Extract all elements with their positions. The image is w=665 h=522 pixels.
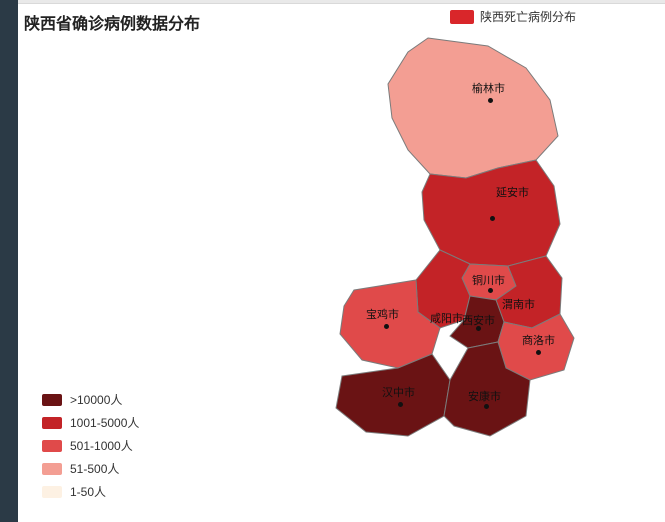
legend-label-5: 1-50人 xyxy=(70,483,106,500)
dot-shangluo xyxy=(536,350,541,355)
label-yanan: 延安市 xyxy=(496,184,529,200)
legend-scale[interactable]: >10000人 1001-5000人 501-1000人 51-500人 1-5… xyxy=(42,385,139,500)
legend-color-1 xyxy=(42,394,62,406)
label-xianyang: 咸阳市 xyxy=(430,310,463,326)
chart-title: 陕西省确诊病例数据分布 xyxy=(24,10,200,34)
legend-series-label: 陕西死亡病例分布 xyxy=(480,8,576,25)
label-hanzhong: 汉中市 xyxy=(382,384,415,400)
legend-color-3 xyxy=(42,440,62,452)
region-yanan[interactable] xyxy=(422,160,560,266)
dot-ankang xyxy=(484,404,489,409)
legend-row[interactable]: 501-1000人 xyxy=(42,437,139,454)
label-weinan: 渭南市 xyxy=(502,296,535,312)
label-tongchuan: 铜川市 xyxy=(472,272,505,288)
legend-series[interactable]: 陕西死亡病例分布 xyxy=(450,8,576,25)
legend-label-2: 1001-5000人 xyxy=(70,414,139,431)
legend-swatch xyxy=(450,10,474,24)
label-ankang: 安康市 xyxy=(468,388,501,404)
map-svg xyxy=(258,28,618,508)
label-baoji: 宝鸡市 xyxy=(366,306,399,322)
legend-color-2 xyxy=(42,417,62,429)
label-shangluo: 商洛市 xyxy=(522,332,555,348)
legend-row[interactable]: >10000人 xyxy=(42,391,139,408)
region-yulin[interactable] xyxy=(388,38,558,178)
legend-row[interactable]: 1-50人 xyxy=(42,483,139,500)
dot-baoji xyxy=(384,324,389,329)
panel-topbar xyxy=(18,0,665,4)
dot-tongchuan xyxy=(488,288,493,293)
legend-label-1: >10000人 xyxy=(70,391,122,408)
shaanxi-map[interactable]: 榆林市 延安市 铜川市 渭南市 咸阳市 西安市 宝鸡市 商洛市 汉中市 安康市 xyxy=(258,28,618,508)
legend-color-5 xyxy=(42,486,62,498)
dot-yanan xyxy=(490,216,495,221)
dot-xian xyxy=(476,326,481,331)
legend-color-4 xyxy=(42,463,62,475)
legend-label-4: 51-500人 xyxy=(70,460,119,477)
dot-hanzhong xyxy=(398,402,403,407)
legend-row[interactable]: 1001-5000人 xyxy=(42,414,139,431)
label-yulin: 榆林市 xyxy=(472,80,505,96)
chart-panel: 陕西省确诊病例数据分布 陕西死亡病例分布 榆林市 xyxy=(18,0,665,522)
dot-yulin xyxy=(488,98,493,103)
legend-row[interactable]: 51-500人 xyxy=(42,460,139,477)
legend-label-3: 501-1000人 xyxy=(70,437,133,454)
